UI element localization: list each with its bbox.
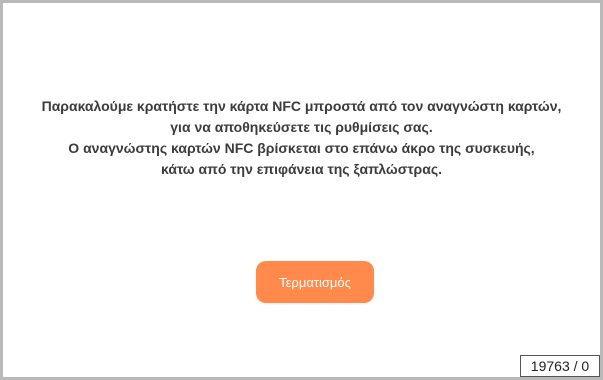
counter-readout: 19763 / 0 <box>520 355 600 377</box>
finish-button[interactable]: Τερματισμός <box>256 261 374 303</box>
nfc-instruction-message: Παρακαλούμε κρατήστε την κάρτα NFC μπροσ… <box>3 96 600 180</box>
message-line-1: Παρακαλούμε κρατήστε την κάρτα NFC μπροσ… <box>41 98 562 114</box>
message-line-4: κάτω από την επιφάνεια της ξαπλώστρας. <box>161 161 442 177</box>
message-line-3: Ο αναγνώστης καρτών NFC βρίσκεται στο επ… <box>68 140 535 156</box>
nfc-save-settings-screen: Παρακαλούμε κρατήστε την κάρτα NFC μπροσ… <box>0 0 603 380</box>
message-line-2: για να αποθηκεύσετε τις ρυθμίσεις σας. <box>170 119 433 135</box>
